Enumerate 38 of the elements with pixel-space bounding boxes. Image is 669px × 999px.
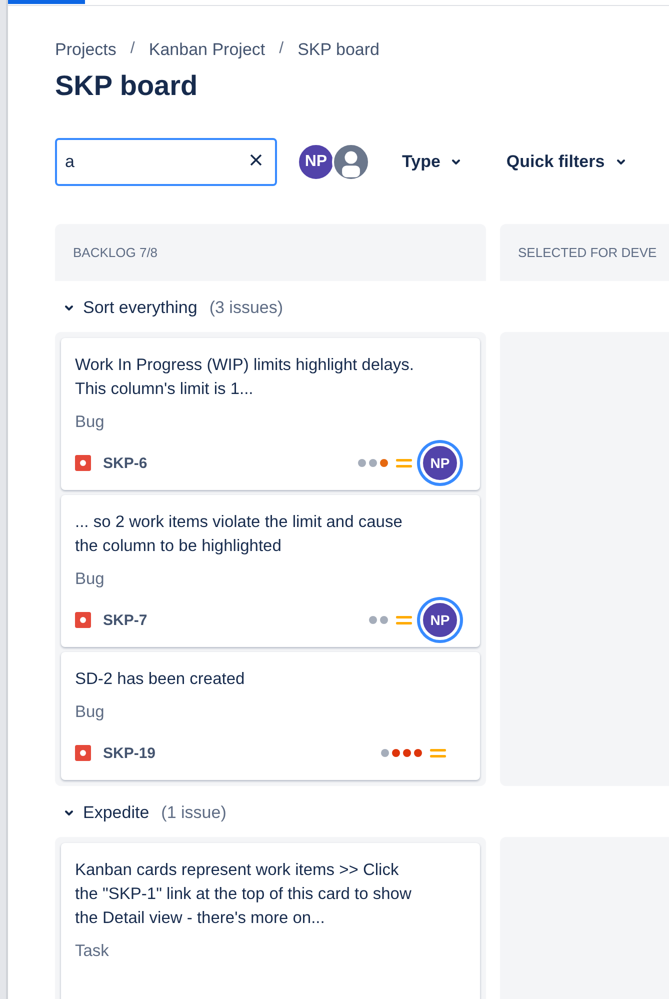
issue-type: Task: [75, 942, 110, 961]
assignee-avatar[interactable]: NP: [420, 600, 460, 640]
issue-card[interactable]: SD-2 has been created Bug SKP-19: [61, 652, 480, 780]
breadcrumb-link[interactable]: Kanban Project: [148, 40, 266, 60]
issue-card[interactable]: Work In Progress (WIP) limits highlight delays. This column's limit is 1... Bug SKP-6 NP: [61, 338, 480, 490]
filter-dropdown[interactable]: Quick filters: [494, 148, 639, 176]
issue-type: Bug: [75, 570, 106, 589]
column-header: BACKLOG 7/8: [55, 224, 486, 281]
medium-priority-icon: [396, 614, 412, 626]
card-title: Kanban cards represent work items >> Click the "SKP-1" link at the top of this card to show the Detail view - there's more on...: [75, 860, 412, 929]
breadcrumb-separator: /: [129, 40, 136, 59]
medium-priority-icon: [430, 747, 446, 759]
breadcrumb-separator: /: [278, 40, 285, 59]
issue-type: Bug: [75, 703, 106, 722]
issue-key[interactable]: SKP-7: [103, 612, 369, 628]
card-title: ... so 2 work items violate the limit and cause the column to be highlighted: [75, 512, 404, 557]
medium-priority-icon: [396, 457, 412, 469]
issue-key[interactable]: SKP-6: [103, 454, 358, 472]
filter-dropdown[interactable]: Type: [390, 148, 474, 176]
bug-icon: [75, 612, 91, 628]
issue-key[interactable]: SKP-19: [103, 744, 381, 762]
assignee-avatar[interactable]: NP: [420, 443, 460, 483]
column-header: SELECTED FOR DEVE: [500, 224, 669, 281]
breadcrumb-link[interactable]: SKP board: [298, 40, 380, 60]
card-title: SD-2 has been created: [75, 669, 246, 690]
breadcrumb-link[interactable]: Projects: [55, 40, 116, 60]
page-title: SKP board: [55, 70, 199, 102]
card-title: Work In Progress (WIP) limits highlight delays. This column's limit is 1...: [75, 355, 415, 400]
swimlane-header[interactable]: Expedite (1 issue): [55, 786, 669, 837]
user-avatar[interactable]: NP: [297, 143, 335, 181]
issue-card[interactable]: ... so 2 work items violate the limit and cause the column to be highlighted Bug SKP-7 NP: [61, 495, 480, 647]
issue-card[interactable]: Kanban cards represent work items >> Click the "SKP-1" link at the top of this card to show the Detail view - there's more on... Task: [61, 843, 480, 999]
search-field[interactable]: a: [55, 138, 277, 186]
bug-icon: [75, 745, 91, 761]
issue-type: Bug: [75, 413, 106, 432]
swimlane-header[interactable]: Sort everything (3 issues): [55, 281, 669, 332]
bug-icon: [75, 455, 91, 471]
close-icon[interactable]: [249, 153, 263, 167]
